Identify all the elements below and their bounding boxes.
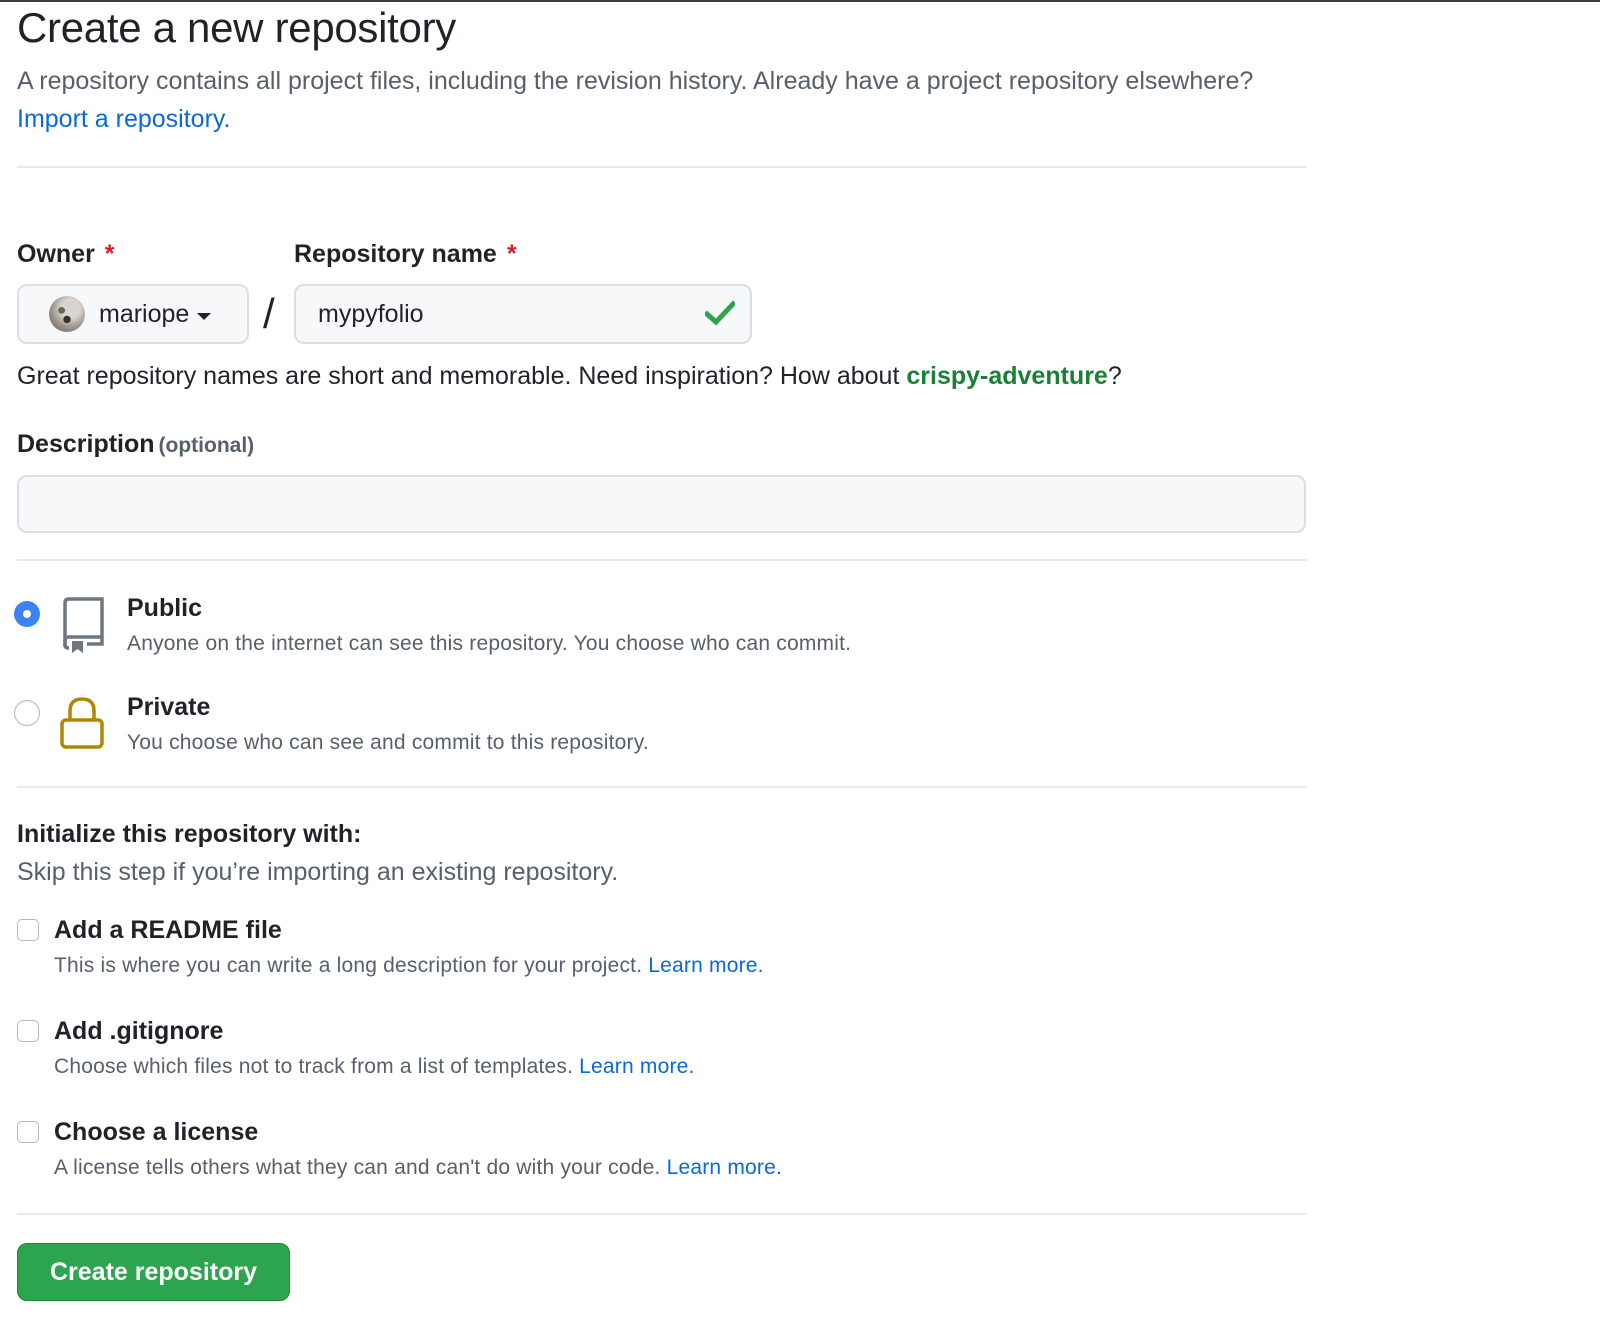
owner-label-text: Owner	[17, 240, 95, 268]
private-description: You choose who can see and commit to thi…	[127, 731, 649, 754]
repo-name-label: Repository name *	[294, 240, 517, 269]
divider	[17, 166, 1307, 168]
readme-title: Add a README file	[54, 916, 282, 944]
initialize-title: Initialize this repository with:	[17, 820, 362, 848]
repo-icon	[63, 597, 104, 653]
repository-name-input[interactable]	[294, 284, 752, 344]
owner-name: mariope	[99, 299, 190, 328]
license-description: A license tells others what they can and…	[54, 1156, 782, 1180]
gitignore-checkbox[interactable]	[17, 1020, 39, 1042]
owner-repo-separator: /	[263, 290, 275, 337]
private-title: Private	[127, 693, 211, 721]
page-subtitle: A repository contains all project files,…	[17, 62, 1277, 138]
license-description-text: A license tells others what they can and…	[54, 1156, 661, 1179]
description-label-text: Description	[17, 430, 155, 458]
hint-suffix: ?	[1107, 362, 1122, 390]
lock-icon	[60, 697, 104, 749]
readme-description-text: This is where you can write a long descr…	[54, 954, 643, 977]
create-repository-button[interactable]: Create repository	[17, 1243, 290, 1301]
readme-checkbox[interactable]	[17, 919, 39, 941]
gitignore-learn-more-link[interactable]: Learn more.	[579, 1055, 694, 1078]
initialize-subtitle: Skip this step if you’re importing an ex…	[17, 858, 619, 886]
hint-text: Great repository names are short and mem…	[17, 362, 900, 390]
name-suggestion-link[interactable]: crispy-adventure	[906, 362, 1107, 390]
public-title: Public	[127, 594, 203, 622]
readme-learn-more-link[interactable]: Learn more.	[648, 954, 763, 977]
gitignore-description: Choose which files not to track from a l…	[54, 1055, 695, 1079]
caret-down-icon	[197, 312, 212, 320]
optional-tag: (optional)	[158, 434, 255, 457]
divider	[17, 786, 1307, 788]
user-avatar	[49, 296, 85, 332]
page-title: Create a new repository	[17, 4, 456, 51]
license-learn-more-link[interactable]: Learn more.	[667, 1156, 782, 1179]
import-repository-link[interactable]: Import a repository.	[17, 105, 231, 133]
license-checkbox[interactable]	[17, 1121, 39, 1143]
divider	[17, 1213, 1307, 1215]
owner-dropdown[interactable]: mariope	[17, 284, 249, 344]
repo-name-label-text: Repository name	[294, 240, 497, 268]
public-radio[interactable]	[14, 601, 40, 627]
required-mark: *	[104, 240, 115, 268]
description-input[interactable]	[17, 475, 1306, 533]
name-hint: Great repository names are short and mem…	[17, 362, 1122, 391]
gitignore-description-text: Choose which files not to track from a l…	[54, 1055, 574, 1078]
divider	[17, 559, 1307, 561]
private-radio[interactable]	[14, 700, 40, 726]
required-mark: *	[506, 240, 517, 268]
gitignore-title: Add .gitignore	[54, 1017, 224, 1045]
owner-label: Owner *	[17, 240, 115, 269]
public-description: Anyone on the internet can see this repo…	[127, 632, 852, 655]
subtitle-text: A repository contains all project files,…	[17, 67, 1254, 95]
description-label: Description (optional)	[17, 430, 254, 459]
readme-description: This is where you can write a long descr…	[54, 954, 764, 978]
license-title: Choose a license	[54, 1118, 259, 1146]
check-icon	[705, 300, 735, 326]
